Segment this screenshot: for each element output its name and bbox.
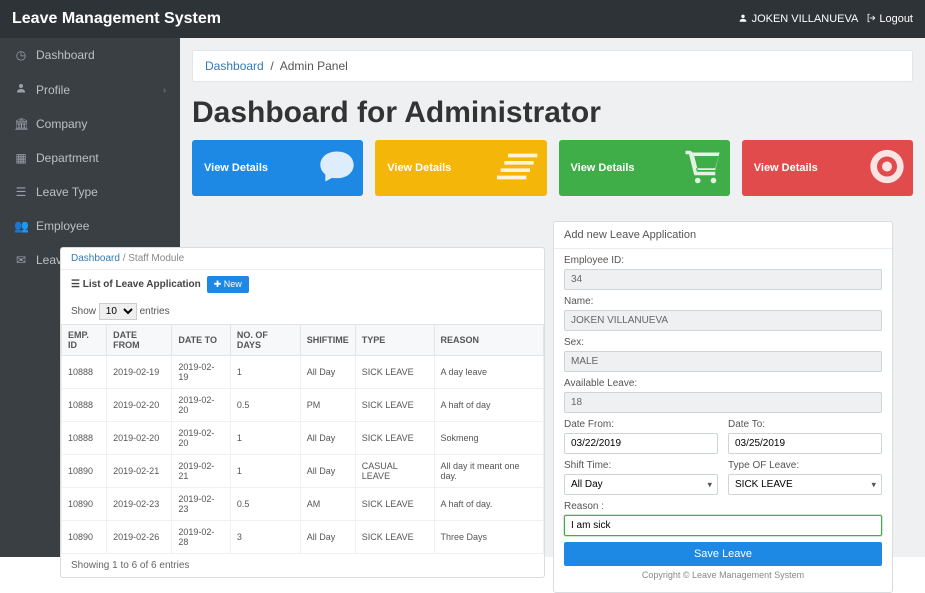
- sidebar-item-label: Dashboard: [36, 48, 95, 62]
- label-type: Type OF Leave:: [728, 460, 882, 471]
- form-title: Add new Leave Application: [554, 222, 892, 249]
- user-icon: [14, 82, 28, 97]
- lines-icon: [497, 145, 541, 192]
- lifebuoy-icon: [867, 147, 907, 190]
- top-bar: Leave Management System JOKEN VILLANUEVA…: [0, 0, 925, 38]
- copyright: Copyright © Leave Management System: [564, 566, 882, 582]
- brand-title: Leave Management System: [12, 10, 221, 28]
- shift-select[interactable]: All Day: [564, 474, 718, 495]
- label-name: Name:: [564, 296, 882, 307]
- date-from-field[interactable]: [564, 433, 718, 454]
- sidebar-item-profile[interactable]: Profile ›: [0, 72, 180, 107]
- label-reason: Reason :: [564, 501, 882, 512]
- user-icon: [738, 13, 748, 26]
- label-sex: Sex:: [564, 337, 882, 348]
- table-row[interactable]: 108902019-02-212019-02-211All DayCASUAL …: [62, 455, 544, 488]
- date-to-field[interactable]: [728, 433, 882, 454]
- leave-table: EMP. IDDATE FROMDATE TONO. OF DAYSSHIFTI…: [61, 324, 544, 554]
- page-title: Dashboard for Administrator: [192, 96, 913, 130]
- card-label: View Details: [571, 162, 635, 174]
- card-label: View Details: [754, 162, 818, 174]
- column-header[interactable]: SHIFTIME: [300, 325, 355, 356]
- logout-button[interactable]: Logout: [866, 13, 913, 26]
- card-label: View Details: [387, 162, 451, 174]
- panel-breadcrumb: Dashboard / Staff Module: [61, 248, 544, 270]
- name-field: [564, 310, 882, 331]
- reason-field[interactable]: [564, 515, 882, 536]
- sidebar-item-leave-type[interactable]: ☰ Leave Type: [0, 175, 180, 209]
- chat-icon: [317, 147, 357, 190]
- logout-icon: [866, 13, 876, 26]
- table-row[interactable]: 108882019-02-202019-02-200.5PMSICK LEAVE…: [62, 389, 544, 422]
- breadcrumb-current: Admin Panel: [280, 59, 348, 73]
- available-leave-field: [564, 392, 882, 413]
- sidebar-item-label: Company: [36, 117, 87, 131]
- panel-header: ☰ List of Leave Application ✚ New: [61, 270, 544, 299]
- table-info: Showing 1 to 6 of 6 entries: [61, 554, 544, 577]
- sidebar-item-label: Department: [36, 151, 99, 165]
- column-header[interactable]: DATE TO: [172, 325, 231, 356]
- sidebar-item-employee[interactable]: 👥 Employee: [0, 209, 180, 243]
- sidebar-item-label: Leave Type: [36, 185, 98, 199]
- sex-field: [564, 351, 882, 372]
- label-emp-id: Employee ID:: [564, 255, 882, 266]
- leave-type-select[interactable]: SICK LEAVE: [728, 474, 882, 495]
- column-header[interactable]: EMP. ID: [62, 325, 107, 356]
- column-header[interactable]: TYPE: [355, 325, 434, 356]
- sidebar-item-label: Employee: [36, 219, 89, 233]
- panel-title: ☰ List of Leave Application: [71, 279, 201, 290]
- sidebar-item-dashboard[interactable]: ◷ Dashboard: [0, 38, 180, 72]
- chevron-right-icon: ›: [163, 85, 166, 95]
- leave-form-panel: Add new Leave Application Employee ID: N…: [553, 221, 893, 593]
- users-icon: 👥: [14, 219, 28, 233]
- employee-id-field: [564, 269, 882, 290]
- sidebar-item-label: Profile: [36, 83, 70, 97]
- save-button[interactable]: Save Leave: [564, 542, 882, 566]
- card-label: View Details: [204, 162, 268, 174]
- breadcrumb-root[interactable]: Dashboard: [205, 59, 264, 73]
- label-shift: Shift Time:: [564, 460, 718, 471]
- list-icon: ☰: [14, 185, 28, 199]
- cart-icon: [682, 146, 724, 191]
- sidebar-item-company[interactable]: 🏛 Company: [0, 107, 180, 141]
- column-header[interactable]: REASON: [434, 325, 544, 356]
- label-date-from: Date From:: [564, 419, 718, 430]
- building-icon: 🏛: [14, 117, 28, 131]
- table-row[interactable]: 108902019-02-262019-02-283All DaySICK LE…: [62, 521, 544, 554]
- card-green[interactable]: View Details: [559, 140, 730, 196]
- current-user[interactable]: JOKEN VILLANUEVA: [738, 13, 859, 26]
- column-header[interactable]: DATE FROM: [107, 325, 172, 356]
- entries-select[interactable]: 10: [99, 303, 137, 320]
- label-date-to: Date To:: [728, 419, 882, 430]
- card-yellow[interactable]: View Details: [375, 140, 546, 196]
- label-available: Available Leave:: [564, 378, 882, 389]
- dashboard-icon: ◷: [14, 48, 28, 62]
- table-row[interactable]: 108902019-02-232019-02-230.5AMSICK LEAVE…: [62, 488, 544, 521]
- new-button[interactable]: ✚ New: [207, 276, 249, 293]
- table-row[interactable]: 108882019-02-192019-02-191All DaySICK LE…: [62, 356, 544, 389]
- card-blue[interactable]: View Details: [192, 140, 363, 196]
- table-length-control: Show 10 entries: [61, 299, 544, 324]
- dashboard-cards: View Details View Details View Details V…: [192, 140, 913, 196]
- card-red[interactable]: View Details: [742, 140, 913, 196]
- leave-list-panel: Dashboard / Staff Module ☰ List of Leave…: [60, 247, 545, 578]
- table-row[interactable]: 108882019-02-202019-02-201All DaySICK LE…: [62, 422, 544, 455]
- sidebar-item-department[interactable]: ▦ Department: [0, 141, 180, 175]
- breadcrumb: Dashboard / Admin Panel: [192, 50, 913, 82]
- calendar-icon: ✉: [14, 253, 28, 267]
- grid-icon: ▦: [14, 151, 28, 165]
- column-header[interactable]: NO. OF DAYS: [230, 325, 300, 356]
